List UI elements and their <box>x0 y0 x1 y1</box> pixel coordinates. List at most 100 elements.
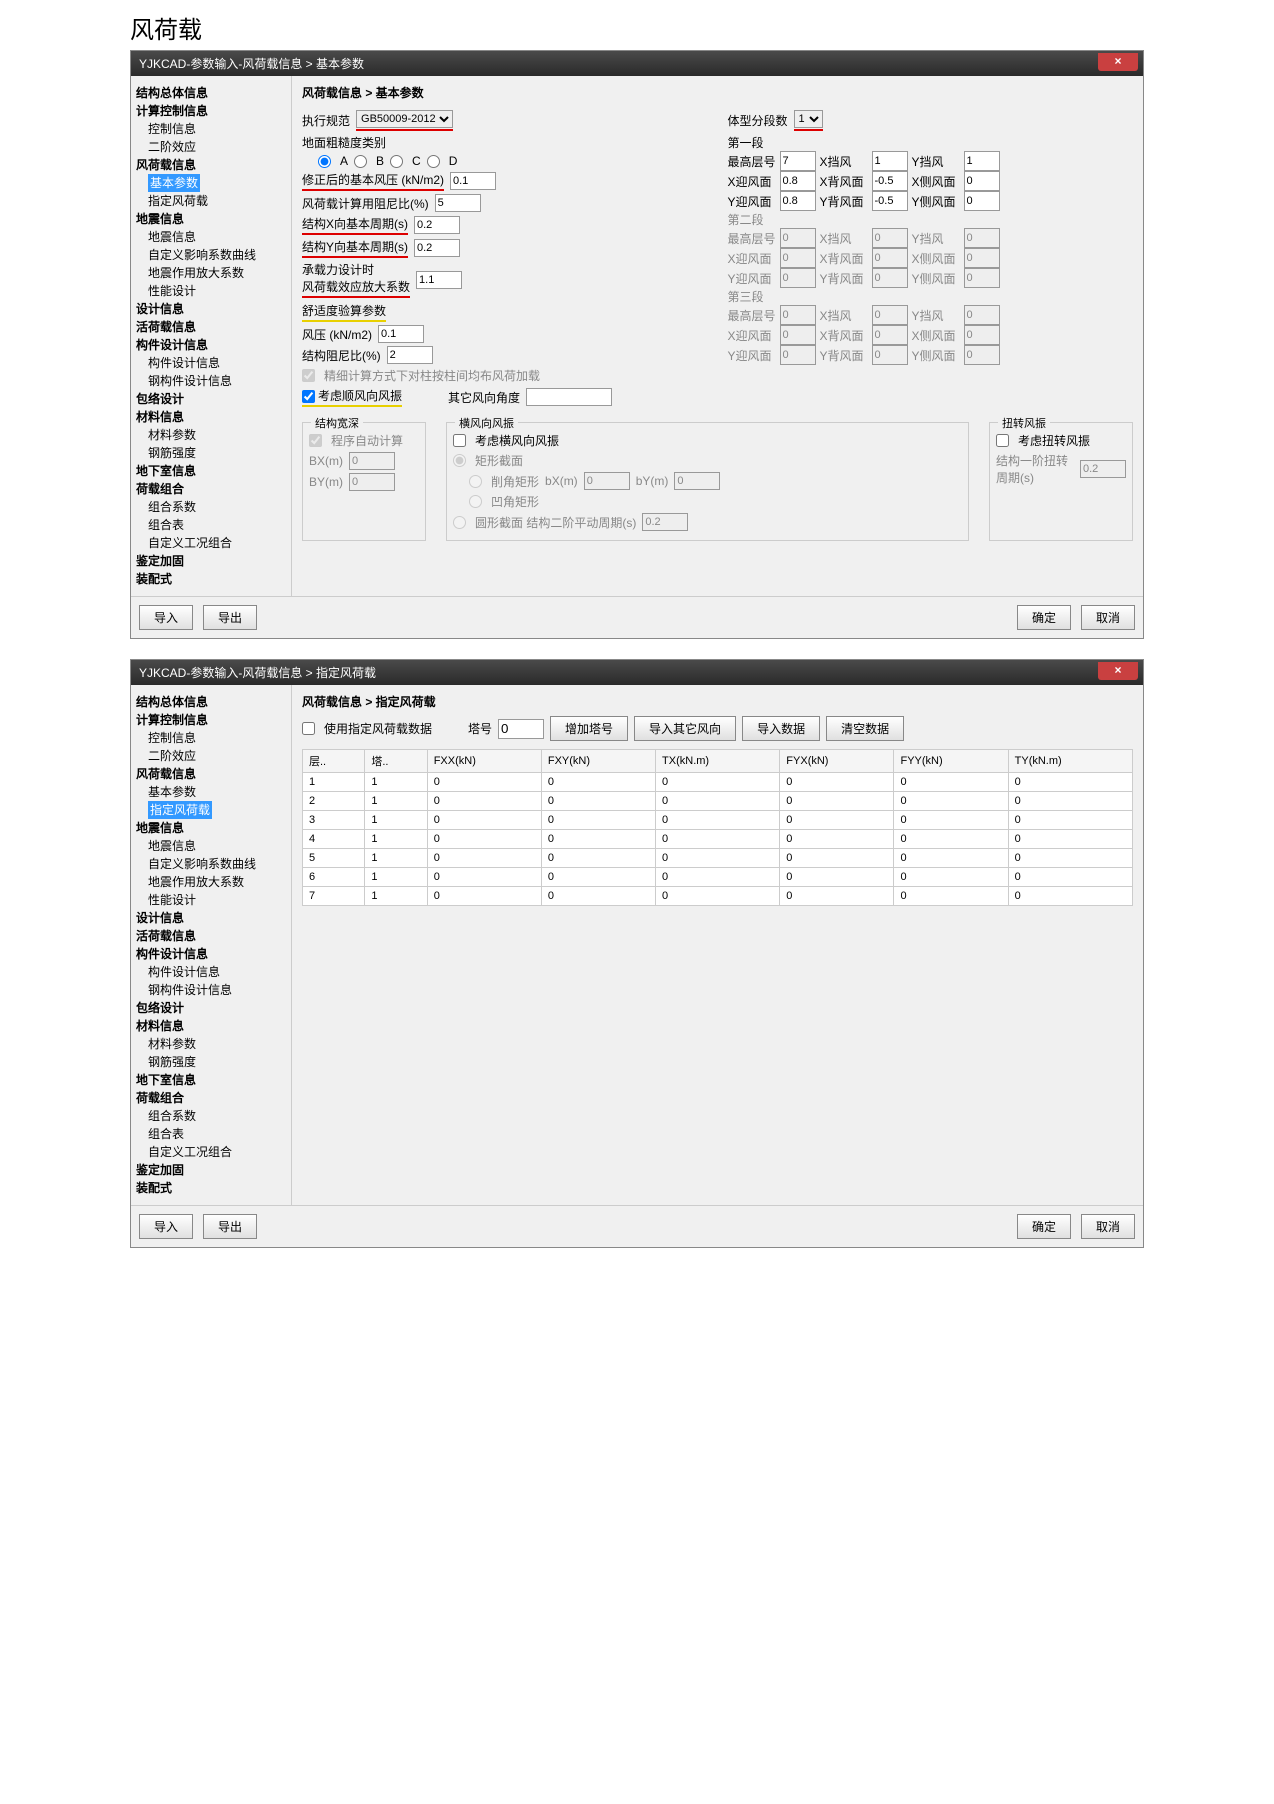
tree-item[interactable]: 基本参数 <box>136 174 286 192</box>
tree-item[interactable]: 组合系数 <box>136 498 286 516</box>
tree-item[interactable]: 指定风荷载 <box>136 801 286 819</box>
tree-item[interactable]: 风荷载信息 <box>136 156 286 174</box>
close-button[interactable]: × <box>1098 662 1138 680</box>
table-row[interactable]: 61000000 <box>303 868 1133 887</box>
tree-item[interactable]: 构件设计信息 <box>136 336 286 354</box>
tree-item[interactable]: 钢构件设计信息 <box>136 981 286 999</box>
tree-item[interactable]: 组合表 <box>136 516 286 534</box>
nav-tree[interactable]: 结构总体信息计算控制信息控制信息二阶效应风荷载信息基本参数指定风荷载地震信息地震… <box>131 76 292 596</box>
tree-item[interactable]: 钢筋强度 <box>136 1053 286 1071</box>
ok-button[interactable]: 确定 <box>1017 1214 1071 1239</box>
tree-item[interactable]: 风荷载信息 <box>136 765 286 783</box>
basic-wp-input[interactable] <box>450 172 496 190</box>
cancel-button[interactable]: 取消 <box>1081 1214 1135 1239</box>
table-row[interactable]: 71000000 <box>303 887 1133 906</box>
tree-item[interactable]: 计算控制信息 <box>136 102 286 120</box>
tree-item[interactable]: 活荷载信息 <box>136 927 286 945</box>
tree-item[interactable]: 组合表 <box>136 1125 286 1143</box>
cross-check[interactable] <box>453 434 466 447</box>
use-check[interactable] <box>302 722 315 735</box>
tree-item[interactable]: 自定义影响系数曲线 <box>136 246 286 264</box>
tree-item[interactable]: 设计信息 <box>136 909 286 927</box>
table-row[interactable]: 21000000 <box>303 792 1133 811</box>
tree-item[interactable]: 控制信息 <box>136 120 286 138</box>
tree-item[interactable]: 地震信息 <box>136 228 286 246</box>
tree-item[interactable]: 构件设计信息 <box>136 963 286 981</box>
tower-input[interactable] <box>498 719 544 739</box>
tree-item[interactable]: 自定义影响系数曲线 <box>136 855 286 873</box>
tree-item[interactable]: 鉴定加固 <box>136 1161 286 1179</box>
tree-item[interactable]: 地震信息 <box>136 837 286 855</box>
add-tower-button[interactable]: 增加塔号 <box>550 716 628 741</box>
bear-input[interactable] <box>416 271 462 289</box>
table-row[interactable]: 31000000 <box>303 811 1133 830</box>
periody-input[interactable] <box>414 239 460 257</box>
tree-item[interactable]: 材料信息 <box>136 408 286 426</box>
terrain-b[interactable] <box>354 155 367 168</box>
tree-item[interactable]: 材料参数 <box>136 426 286 444</box>
table-row[interactable]: 51000000 <box>303 849 1133 868</box>
tree-item[interactable]: 地震信息 <box>136 819 286 837</box>
data-table[interactable]: 层..塔..FXX(kN)FXY(kN)TX(kN.m)FYX(kN)FYY(k… <box>302 749 1133 906</box>
tree-item[interactable]: 结构总体信息 <box>136 84 286 102</box>
tree-item[interactable]: 自定义工况组合 <box>136 534 286 552</box>
comfort-damp-input[interactable] <box>387 346 433 364</box>
terrain-a[interactable] <box>318 155 331 168</box>
tree-item[interactable]: 计算控制信息 <box>136 711 286 729</box>
nav-tree[interactable]: 结构总体信息计算控制信息控制信息二阶效应风荷载信息基本参数指定风荷载地震信息地震… <box>131 685 292 1205</box>
tree-item[interactable]: 性能设计 <box>136 891 286 909</box>
tree-item[interactable]: 结构总体信息 <box>136 693 286 711</box>
tree-item[interactable]: 二阶效应 <box>136 747 286 765</box>
tree-item[interactable]: 设计信息 <box>136 300 286 318</box>
tree-item[interactable]: 材料信息 <box>136 1017 286 1035</box>
clear-data-button[interactable]: 清空数据 <box>826 716 904 741</box>
tree-item[interactable]: 自定义工况组合 <box>136 1143 286 1161</box>
tree-item[interactable]: 控制信息 <box>136 729 286 747</box>
tree-item[interactable]: 地震作用放大系数 <box>136 264 286 282</box>
tree-item[interactable]: 地下室信息 <box>136 462 286 480</box>
import-button[interactable]: 导入 <box>139 605 193 630</box>
tree-item[interactable]: 钢构件设计信息 <box>136 372 286 390</box>
tree-item[interactable]: 包络设计 <box>136 999 286 1017</box>
tree-item[interactable]: 指定风荷载 <box>136 192 286 210</box>
torsion-check[interactable] <box>996 434 1009 447</box>
export-button[interactable]: 导出 <box>203 605 257 630</box>
tree-item[interactable]: 材料参数 <box>136 1035 286 1053</box>
seg-top[interactable] <box>780 151 816 171</box>
along-check[interactable] <box>302 390 315 403</box>
tree-item[interactable]: 基本参数 <box>136 783 286 801</box>
tree-item[interactable]: 钢筋强度 <box>136 444 286 462</box>
import-button[interactable]: 导入 <box>139 1214 193 1239</box>
tree-item[interactable]: 构件设计信息 <box>136 354 286 372</box>
table-row[interactable]: 41000000 <box>303 830 1133 849</box>
export-button[interactable]: 导出 <box>203 1214 257 1239</box>
tree-item[interactable]: 地下室信息 <box>136 1071 286 1089</box>
tree-item[interactable]: 构件设计信息 <box>136 945 286 963</box>
tree-item[interactable]: 包络设计 <box>136 390 286 408</box>
other-angle-input[interactable] <box>526 388 612 406</box>
tree-item[interactable]: 性能设计 <box>136 282 286 300</box>
body-seg-select[interactable]: 1 <box>794 110 823 128</box>
tree-item[interactable]: 组合系数 <box>136 1107 286 1125</box>
tree-item[interactable]: 二阶效应 <box>136 138 286 156</box>
import-data-button[interactable]: 导入数据 <box>742 716 820 741</box>
tree-item[interactable]: 荷载组合 <box>136 480 286 498</box>
exec-std-select[interactable]: GB50009-2012 <box>356 110 453 128</box>
tree-item[interactable]: 装配式 <box>136 1179 286 1197</box>
terrain-c[interactable] <box>390 155 403 168</box>
tree-item[interactable]: 鉴定加固 <box>136 552 286 570</box>
tree-item[interactable]: 地震作用放大系数 <box>136 873 286 891</box>
periodx-input[interactable] <box>414 216 460 234</box>
tree-item[interactable]: 装配式 <box>136 570 286 588</box>
comfort-wp-input[interactable] <box>378 325 424 343</box>
table-row[interactable]: 11000000 <box>303 773 1133 792</box>
terrain-d[interactable] <box>427 155 440 168</box>
tree-item[interactable]: 荷载组合 <box>136 1089 286 1107</box>
close-button[interactable]: × <box>1098 53 1138 71</box>
tree-item[interactable]: 地震信息 <box>136 210 286 228</box>
ok-button[interactable]: 确定 <box>1017 605 1071 630</box>
damp-input[interactable] <box>435 194 481 212</box>
import-other-button[interactable]: 导入其它风向 <box>634 716 736 741</box>
cancel-button[interactable]: 取消 <box>1081 605 1135 630</box>
tree-item[interactable]: 活荷载信息 <box>136 318 286 336</box>
